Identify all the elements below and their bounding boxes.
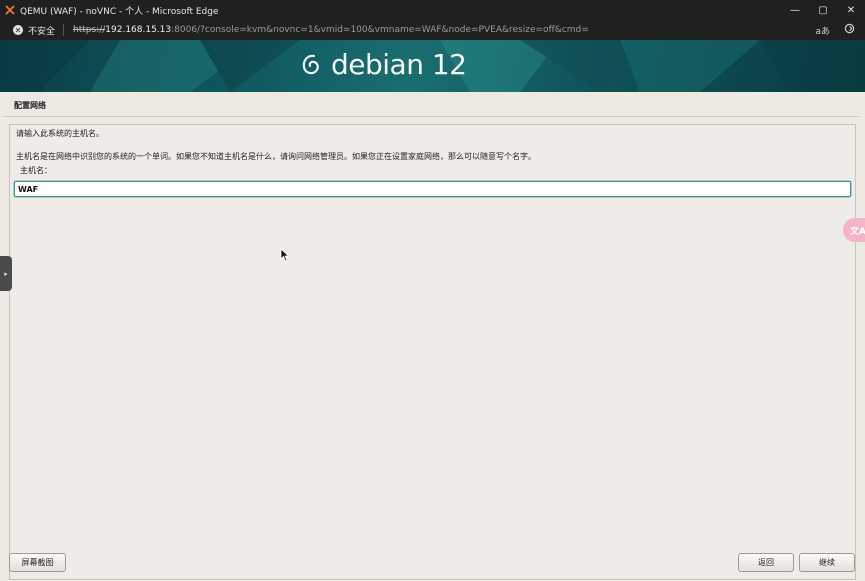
screenshot-button[interactable]: 屏幕截图 <box>9 553 66 572</box>
hostname-input[interactable] <box>14 181 851 197</box>
url-scheme: https:// <box>73 25 106 35</box>
url-host: 192.168.15.13 <box>105 25 172 35</box>
back-button[interactable]: 返回 <box>738 553 794 572</box>
mouse-cursor-icon <box>280 248 290 262</box>
title-divider <box>3 116 860 117</box>
address-divider <box>63 24 65 36</box>
debian-banner: debian 12 <box>0 40 865 92</box>
browser-title-bar: QEMU (WAF) - noVNC - 个人 - Microsoft Edge… <box>0 0 865 20</box>
warning-x-icon: ✕ <box>13 25 23 35</box>
debian-swirl-icon <box>302 54 319 75</box>
close-button[interactable]: ✕ <box>837 0 865 20</box>
address-bar: ✕ 不安全 https://192.168.15.13:8006/?consol… <box>0 20 865 40</box>
address-bar-actions: aあ <box>815 20 855 40</box>
hostname-label: 主机名： <box>20 166 52 175</box>
maximize-button[interactable]: ▢ <box>809 0 837 20</box>
page-title: 配置网络 <box>14 101 46 110</box>
window-controls: — ▢ ✕ <box>781 0 865 20</box>
url-path: :8006/?console=kvm&novnc=1&vmid=100&vmna… <box>171 25 589 35</box>
url-field[interactable]: https://192.168.15.13:8006/?console=kvm&… <box>73 25 589 35</box>
edge-refresh-icon[interactable] <box>844 23 855 37</box>
site-info-button[interactable]: ✕ 不安全 <box>13 24 55 37</box>
prompt-text: 请输入此系统的主机名。 <box>16 129 104 138</box>
debian-logo: debian 12 <box>299 48 467 82</box>
minimize-button[interactable]: — <box>781 0 809 20</box>
novnc-x-icon <box>3 5 17 15</box>
description-text: 主机名是在网络中识别您的系统的一个单词。如果您不知道主机名是什么，请询问网络管理… <box>16 152 536 161</box>
security-label: 不安全 <box>28 26 56 37</box>
continue-button[interactable]: 继续 <box>799 553 855 572</box>
debian-brand-text: debian 12 <box>331 48 467 81</box>
read-aloud-icon[interactable]: aあ <box>815 24 830 37</box>
window-title: QEMU (WAF) - noVNC - 个人 - Microsoft Edge <box>20 6 219 17</box>
novnc-control-bar-handle[interactable]: ▸ <box>0 256 12 291</box>
translate-icon[interactable]: 文A <box>843 218 865 242</box>
vnc-canvas[interactable]: debian 12 配置网络 请输入此系统的主机名。 主机名是在网络中识别您的系… <box>0 40 865 581</box>
